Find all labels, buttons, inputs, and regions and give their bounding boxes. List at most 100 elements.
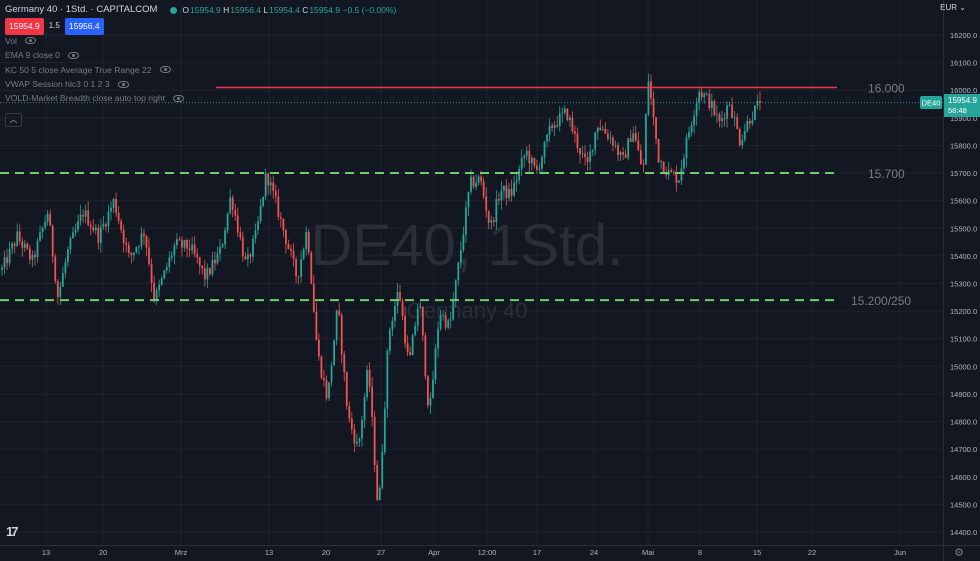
candle-body	[117, 212, 120, 221]
price-tick-label: 14900.0	[950, 390, 977, 399]
level-label: 15.700	[868, 167, 905, 181]
candle-body	[688, 132, 690, 138]
candle-body	[647, 81, 650, 115]
candle-body	[743, 130, 746, 140]
candle-body	[231, 197, 234, 210]
time-tick-label: 15	[753, 548, 761, 557]
indicator-row[interactable]: EMA 9 close 0	[5, 48, 396, 62]
candle-body	[518, 168, 521, 181]
price-tick-label: 15000.0	[950, 362, 977, 371]
candle-body	[716, 114, 718, 116]
candle-body	[693, 116, 695, 126]
change-value: −0.5 (−0.00%)	[342, 5, 397, 15]
candle-body	[553, 125, 556, 128]
candle-body	[44, 221, 46, 228]
price-tick-label: 15600.0	[950, 197, 977, 206]
candle-body	[419, 306, 422, 309]
candle-body	[69, 238, 72, 250]
candle-body	[312, 283, 315, 312]
candle-body	[307, 232, 310, 253]
watermark-title: DE40, 1Std.	[311, 213, 624, 278]
collapse-legend-button[interactable]: ︿	[5, 113, 22, 127]
candle-body	[219, 247, 221, 254]
candle-body	[543, 141, 546, 158]
tradingview-logo-icon[interactable]: 17	[6, 524, 19, 539]
indicator-row[interactable]: VOLD-Market Breadth close auto top right	[5, 91, 396, 105]
candle-body	[110, 207, 112, 212]
candle-body	[46, 213, 49, 222]
currency-selector[interactable]: EUR ⌄	[940, 3, 966, 12]
visibility-eye-icon[interactable]	[24, 37, 36, 45]
candle-body	[269, 182, 272, 186]
candle-body	[295, 258, 297, 277]
candle-body	[675, 172, 678, 183]
candle-body	[444, 315, 447, 328]
candle-body	[56, 281, 59, 297]
candle-body	[421, 306, 424, 336]
candle-body	[434, 348, 437, 380]
gear-icon[interactable]: ⚙	[954, 546, 964, 559]
indicator-row[interactable]: VWAP Session hlc3 0 1 2 3	[5, 77, 396, 91]
candle-body	[596, 127, 599, 133]
visibility-eye-icon[interactable]	[173, 95, 185, 103]
candle-body	[698, 91, 701, 104]
candle-body	[79, 214, 82, 222]
candle-body	[728, 104, 731, 106]
candle-body	[3, 257, 6, 268]
candle-body	[125, 243, 128, 245]
candle-body	[748, 121, 751, 124]
candle-body	[609, 137, 612, 139]
candle-body	[391, 320, 394, 330]
candle-body	[383, 408, 386, 453]
candle-body	[305, 232, 308, 249]
candle-body	[135, 247, 138, 253]
indicator-row[interactable]: Vol	[5, 34, 396, 48]
time-tick-label: 24	[590, 548, 598, 557]
candle-body	[723, 118, 726, 120]
candle-body	[340, 314, 343, 355]
candle-body	[348, 406, 351, 419]
candle-body	[736, 117, 739, 129]
candle-body	[386, 350, 389, 409]
candle-body	[495, 198, 498, 222]
candle-body	[224, 230, 226, 245]
candle-body	[432, 379, 434, 399]
indicator-row[interactable]: KC 50 5 close Average True Range 22	[5, 63, 396, 77]
symbol-title[interactable]: Germany 40 · 1Std. · CAPITALCOM	[5, 3, 157, 17]
visibility-eye-icon[interactable]	[67, 51, 79, 59]
candle-body	[6, 257, 8, 264]
buy-button[interactable]: 15956.4	[64, 18, 104, 35]
indicator-label: VOLD-Market Breadth close auto top right	[5, 93, 166, 104]
candle-body	[170, 255, 173, 258]
market-status-icon	[170, 6, 178, 14]
candle-body	[520, 157, 523, 169]
candle-body	[477, 176, 480, 183]
candle-body	[262, 196, 265, 206]
candle-body	[328, 382, 330, 399]
visibility-eye-icon[interactable]	[117, 80, 129, 88]
candle-body	[497, 198, 500, 201]
candle-body	[67, 249, 69, 263]
candle-body	[325, 380, 328, 399]
candle-body	[132, 252, 135, 256]
visibility-eye-icon[interactable]	[159, 66, 171, 74]
candle-body	[700, 91, 703, 98]
candle-body	[424, 335, 427, 377]
candle-body	[363, 397, 366, 421]
candle-body	[442, 315, 445, 316]
price-tick-label: 15700.0	[950, 169, 977, 178]
candle-body	[28, 248, 31, 260]
candle-body	[1, 267, 3, 270]
candle-body	[302, 248, 305, 260]
candle-body	[87, 210, 90, 226]
sell-button[interactable]: 15954.9	[5, 18, 44, 35]
candle-body	[470, 176, 472, 192]
candle-body	[487, 211, 490, 223]
candle-body	[718, 114, 721, 122]
candle-body	[530, 157, 533, 164]
candle-body	[492, 220, 495, 222]
candle-body	[168, 257, 171, 268]
candle-body	[274, 190, 277, 197]
time-tick-label: 20	[322, 548, 330, 557]
candle-body	[158, 284, 161, 291]
